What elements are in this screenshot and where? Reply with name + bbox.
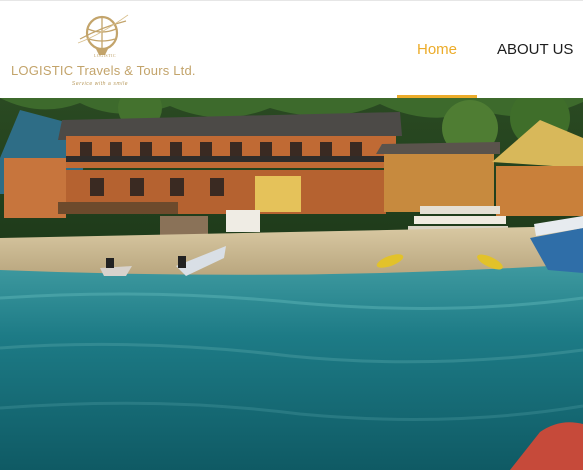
site-header: LOGISTIC LOGISTIC Travels & Tours Ltd. S… [0,0,583,98]
hero-image [0,98,583,470]
logo-company-name: LOGISTIC Travels & Tours Ltd. [11,63,196,78]
hero-beach-photo [0,98,583,470]
nav-home-link[interactable]: Home [417,41,457,58]
logo-tagline: Service with a smile [71,81,129,87]
logo-small-text: LOGISTIC [93,53,117,58]
site-logo[interactable]: LOGISTIC LOGISTIC Travels & Tours Ltd. S… [10,9,200,91]
nav-about-us-link[interactable]: ABOUT US [497,41,573,58]
